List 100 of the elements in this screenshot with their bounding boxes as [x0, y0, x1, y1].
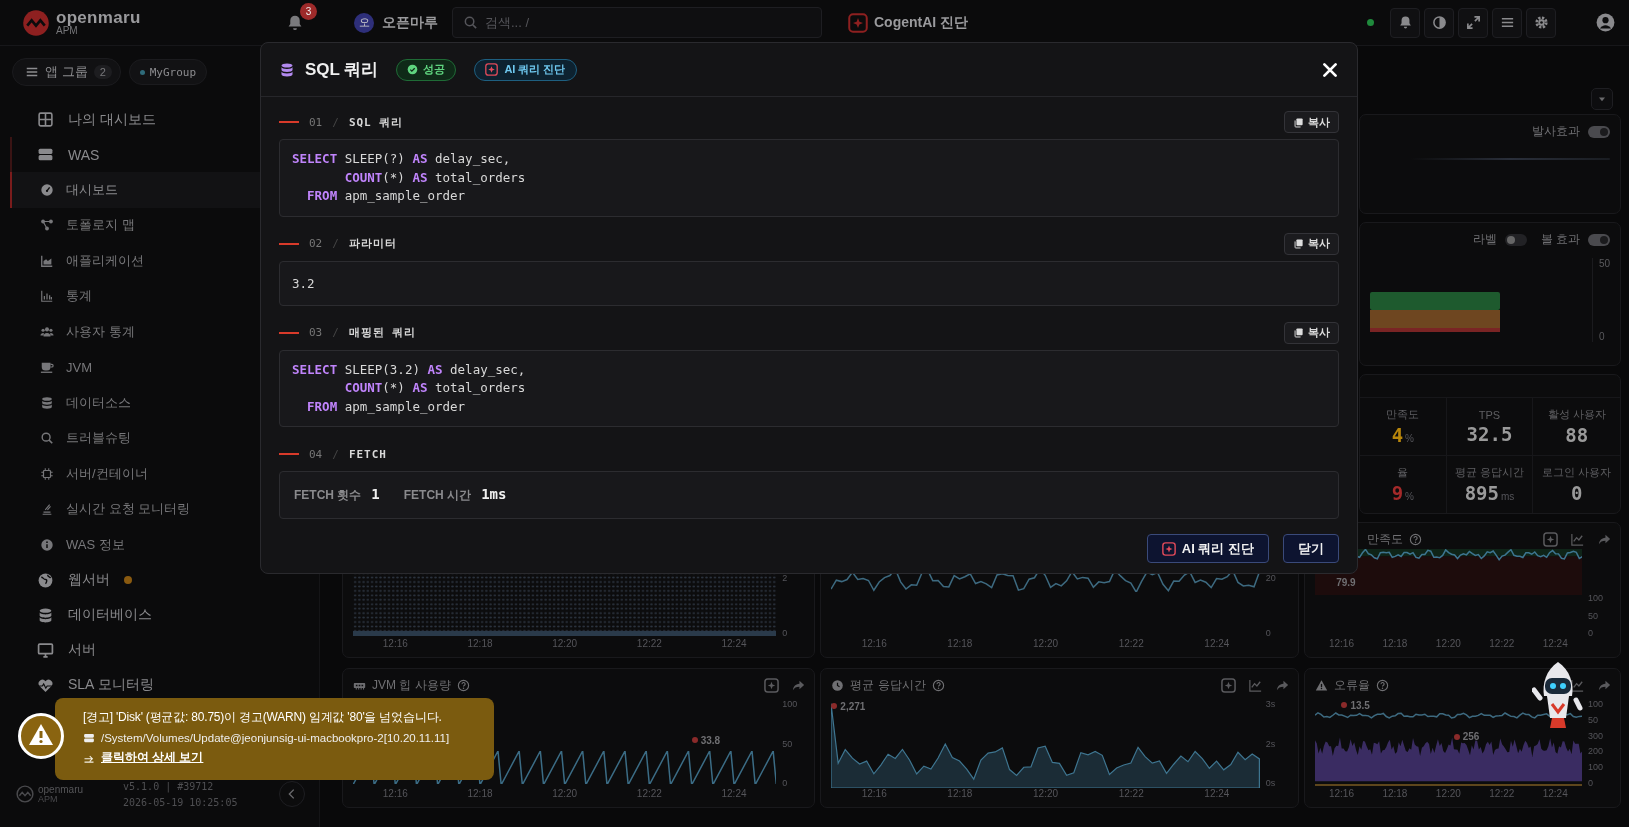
- app-group-button[interactable]: 앱 그룹 2: [12, 58, 121, 86]
- axis-label: 12:20: [1033, 788, 1059, 801]
- list-icon: [25, 65, 39, 79]
- stat-label: FETCH 시간: [403, 487, 472, 504]
- org-name[interactable]: 오픈마루: [382, 13, 438, 32]
- clock-icon: [831, 678, 845, 692]
- org-avatar[interactable]: 오: [354, 12, 374, 33]
- axis-label: 12:22: [636, 788, 662, 801]
- toggle-switch[interactable]: [1504, 233, 1527, 246]
- bell-button[interactable]: [1390, 7, 1420, 38]
- toggle-label: 발사효과: [1532, 123, 1580, 140]
- copy-button[interactable]: 복사: [1284, 321, 1339, 344]
- database-icon: [37, 606, 54, 624]
- chart-title: 평균 응답시간: [850, 676, 926, 694]
- ai-diagnosis-button[interactable]: AI 쿼리 진단: [1146, 534, 1269, 563]
- sidebar-item[interactable]: 데이터베이스: [10, 597, 319, 633]
- metric-unit: ms: [1501, 491, 1515, 502]
- axis-label: 50: [1588, 714, 1599, 725]
- area-chart-icon: [40, 253, 54, 268]
- sidebar-subitem[interactable]: WAS 정보: [10, 527, 319, 563]
- axis-label: 12:18: [467, 788, 493, 801]
- contrast-button[interactable]: [1424, 7, 1454, 38]
- user-icon[interactable]: [1596, 13, 1615, 32]
- globe-icon: [37, 571, 54, 589]
- axis-label: 2s: [1265, 738, 1277, 749]
- toast-source: /System/Volumes/Update@jeonjunsig-ui-macbookpro-2[10.20.11.11]: [101, 732, 450, 744]
- ai-diagnosis-badge[interactable]: AI 쿼리 진단: [474, 58, 577, 81]
- warning-toast[interactable]: [경고] 'Disk' (평균값: 80.75)이 경고(WARN) 임계값 '80'을 넘었습니다. /System/Volumes/Update@jeonjunsig-ui-macbookpro-2[10.20.11.11] 클릭하여 상세 보기: [55, 698, 494, 780]
- section-marker: [279, 242, 299, 245]
- toggle-switch[interactable]: [1588, 233, 1610, 246]
- ai-icon[interactable]: [1220, 677, 1236, 693]
- axis-label: 12:22: [1118, 788, 1144, 801]
- metric-label: 율: [1397, 465, 1409, 480]
- copy-button[interactable]: 복사: [1284, 232, 1339, 255]
- gauge-icon: [40, 182, 54, 197]
- search-field[interactable]: 검색... /: [452, 7, 822, 38]
- status-dot: [1367, 19, 1374, 26]
- axis-label: 0: [1588, 628, 1594, 638]
- axis-label: 12:16: [1328, 788, 1354, 801]
- axis-label: 12:20: [552, 638, 578, 651]
- help-icon[interactable]: [1375, 678, 1389, 692]
- sidebar-item[interactable]: 서버: [10, 632, 319, 668]
- close-dialog-button[interactable]: 닫기: [1283, 534, 1339, 563]
- menu-button[interactable]: [1492, 7, 1522, 38]
- help-icon[interactable]: [1408, 532, 1422, 546]
- section-separator: /: [332, 447, 339, 461]
- line-chart-icon[interactable]: [1570, 677, 1585, 693]
- ai-icon[interactable]: [764, 677, 780, 693]
- sidebar-item[interactable]: 웹서버: [10, 562, 319, 598]
- chart-title: 만족도: [1366, 530, 1403, 548]
- chart-title: JVM 힙 사용량: [372, 676, 451, 694]
- value-label: 2,271: [840, 700, 866, 712]
- axis-label: 0: [782, 778, 789, 788]
- axis-label: 12:22: [1489, 638, 1515, 651]
- axis-label: 12:22: [1118, 638, 1144, 651]
- axis-label: 12:16: [861, 788, 887, 801]
- help-icon[interactable]: [456, 678, 470, 692]
- axis-label: 12:18: [1382, 638, 1408, 651]
- value-label: 13.5: [1350, 699, 1370, 711]
- help-icon[interactable]: [931, 678, 945, 692]
- metric-label: 활성 사용자: [1547, 407, 1606, 422]
- axis-label: 12:16: [382, 638, 408, 651]
- expand-button[interactable]: [1458, 7, 1488, 38]
- expand-icon: [1465, 15, 1481, 30]
- logo-subtitle: APM: [38, 794, 58, 804]
- peak-marker: [691, 737, 698, 744]
- axis-label: 12:24: [1542, 638, 1568, 651]
- version-text: v5.1.0 | #39712: [123, 780, 215, 792]
- bar-chart-icon: [40, 289, 54, 304]
- axis-label: 12:16: [382, 788, 408, 801]
- axis-label: 12:16: [1328, 638, 1354, 651]
- metric-value: 895: [1464, 482, 1499, 504]
- section-title: 매핑된 쿼리: [348, 325, 417, 340]
- metric-label: 평균 응답시간: [1454, 465, 1524, 480]
- details-link[interactable]: 클릭하여 상세 보기: [101, 750, 204, 765]
- close-button[interactable]: [1321, 60, 1339, 79]
- collapse-button[interactable]: [279, 781, 305, 807]
- axis-label: 12:22: [1489, 788, 1515, 801]
- axis-label: 12:20: [1435, 638, 1461, 651]
- axis-label: 0: [782, 628, 789, 638]
- axis-label: 100: [1588, 762, 1605, 773]
- copy-icon: [1293, 116, 1304, 128]
- ai-diagnosis-link[interactable]: CogentAI 진단: [848, 12, 969, 33]
- group-chip[interactable]: MyGroup: [128, 59, 208, 85]
- ai-icon[interactable]: [1543, 531, 1558, 547]
- section-separator: /: [332, 115, 339, 129]
- toggle-switch[interactable]: [1588, 125, 1610, 138]
- metric-value: 0: [1570, 482, 1583, 504]
- peak-marker: [1341, 702, 1348, 709]
- copy-button[interactable]: 복사: [1284, 111, 1339, 133]
- axis-label: 100: [1588, 593, 1605, 603]
- timestamp-text: 2026-05-19 10:25:05: [123, 796, 238, 808]
- chip-icon: [40, 466, 54, 481]
- cup-icon: [40, 360, 54, 375]
- warning-icon: [18, 713, 64, 759]
- search-icon: [40, 431, 54, 446]
- value-label: 256: [1462, 731, 1480, 743]
- axis-label: 0s: [1265, 778, 1277, 788]
- settings-button[interactable]: [1526, 7, 1556, 38]
- ai-icon: [848, 12, 868, 33]
